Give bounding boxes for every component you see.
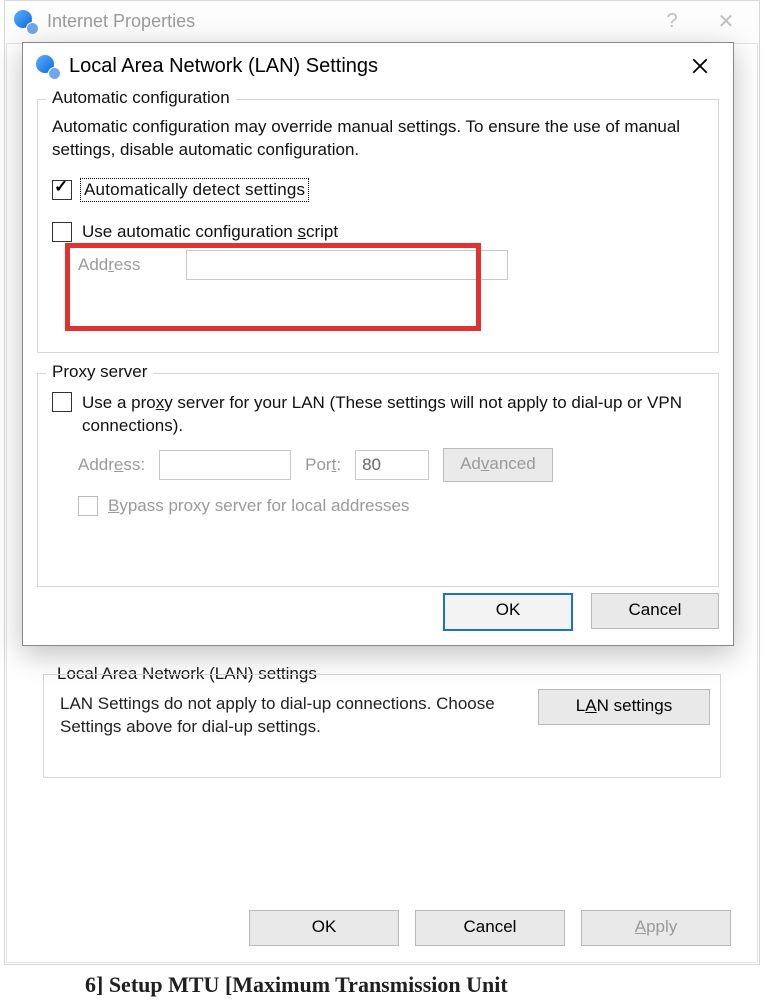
proxy-bypass-row: Bypass proxy server for local addresses [78,496,704,516]
close-icon [691,57,709,75]
close-icon[interactable]: ✕ [699,9,753,34]
dialog-button-row: OK Cancel [443,593,719,631]
auto-script-address-row: Address [78,250,704,280]
parent-cancel-button[interactable]: Cancel [415,910,565,946]
lan-settings-button[interactable]: LAN settings [538,689,710,725]
auto-script-address-label: Address [78,255,168,275]
proxy-bypass-label: Bypass proxy server for local addresses [108,496,409,516]
auto-config-help: Automatic configuration may override man… [52,116,704,162]
auto-detect-label: Automatically detect settings [82,180,307,200]
internet-globe-icon [13,9,37,33]
parent-window-title: Internet Properties [47,11,195,32]
dialog-ok-button[interactable]: OK [443,593,573,631]
proxy-port-input: 80 [355,450,429,480]
auto-script-address-input [186,250,508,280]
auto-detect-row[interactable]: Automatically detect settings [52,180,704,200]
dialog-titlebar: Local Area Network (LAN) Settings [23,43,733,89]
parent-button-row: OK Cancel Apply [7,910,757,950]
parent-ok-button[interactable]: OK [249,910,399,946]
proxy-use-row[interactable]: Use a proxy server for your LAN (These s… [52,392,704,438]
auto-script-row[interactable]: Use automatic configuration script [52,222,704,242]
lan-settings-dialog: Local Area Network (LAN) Settings Automa… [22,42,734,646]
dialog-title: Local Area Network (LAN) Settings [69,55,378,78]
dialog-body: Automatic configuration Automatic config… [37,99,719,631]
auto-script-checkbox[interactable] [52,222,72,242]
lan-settings-group: LAN Settings do not apply to dial-up con… [43,674,721,778]
help-icon[interactable]: ? [645,10,699,33]
proxy-server-group: Proxy server Use a proxy server for your… [37,373,719,587]
proxy-address-input [159,450,291,480]
auto-config-legend: Automatic configuration [46,88,236,108]
auto-script-label: Use automatic configuration script [82,222,338,242]
dialog-cancel-button[interactable]: Cancel [591,593,719,629]
parent-titlebar: Internet Properties ? ✕ [5,1,759,41]
automatic-configuration-group: Automatic configuration Automatic config… [37,99,719,353]
auto-detect-checkbox[interactable] [52,180,72,200]
lan-group-description: LAN Settings do not apply to dial-up con… [60,693,504,739]
proxy-address-row: Address: Port: 80 Advanced [78,448,704,482]
proxy-use-checkbox[interactable] [52,392,72,412]
proxy-port-label: Port: [305,455,341,475]
parent-apply-button: Apply [581,910,731,946]
dialog-close-button[interactable] [677,46,723,86]
proxy-address-label: Address: [78,455,145,475]
proxy-advanced-button: Advanced [443,448,553,482]
page-background-text: 6] Setup MTU [Maximum Transmission Unit [85,972,508,998]
proxy-bypass-checkbox [78,496,98,516]
proxy-legend: Proxy server [46,362,153,382]
proxy-use-label: Use a proxy server for your LAN (These s… [82,392,704,438]
internet-globe-icon [35,54,59,78]
